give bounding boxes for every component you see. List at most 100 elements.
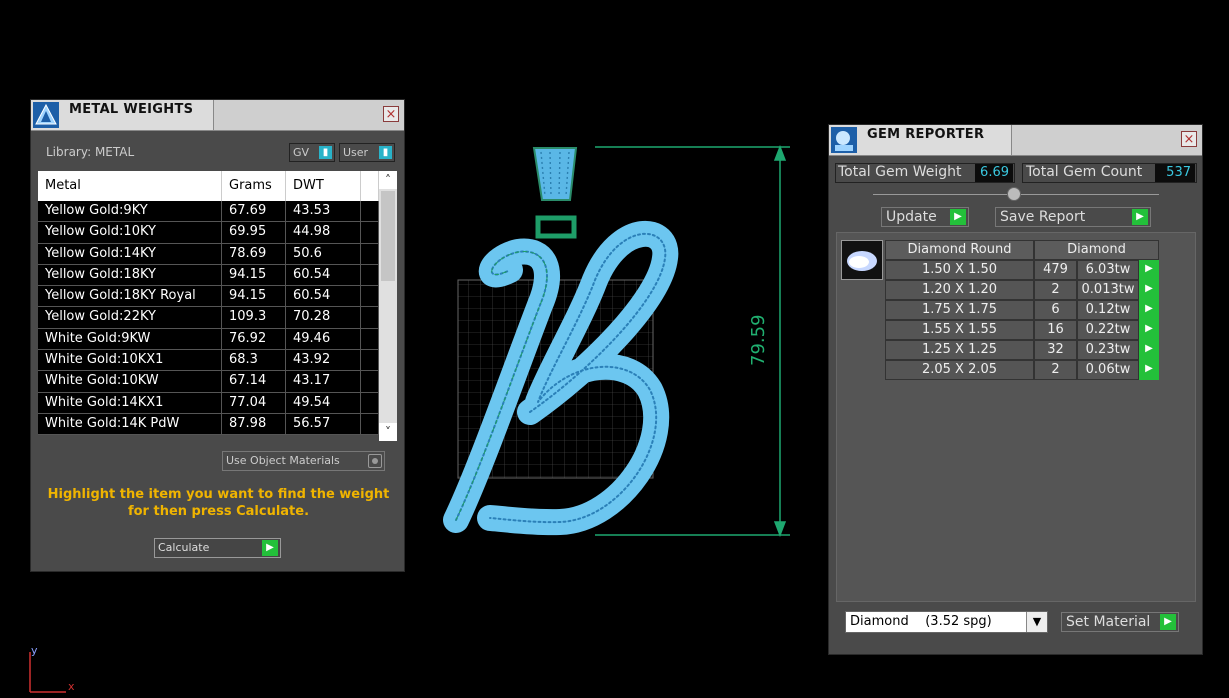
gem-table-body: 1.50 X 1.50 479 6.03tw ▶ 1.20 X 1.20 2 0.013tw… [885,260,1159,380]
table-row[interactable]: 1.55 X 1.55 16 0.22tw ▶ [885,320,1159,340]
dwt-cell: 50.6 [286,243,361,264]
gem-weight-cell: 0.23tw [1077,340,1139,360]
metal-weights-panel: METAL WEIGHTS × Library: METAL GV ▮ User… [30,99,405,572]
table-row[interactable]: Yellow Gold:18KY Royal 94.15 60.54 [38,286,397,308]
table-row[interactable]: 1.50 X 1.50 479 6.03tw ▶ [885,260,1159,280]
user-toggle[interactable]: User ▮ [339,143,395,162]
set-material-label: Set Material [1066,614,1151,630]
table-row[interactable]: Yellow Gold:10KY 69.95 44.98 [38,222,397,244]
row-spacer [361,243,379,264]
material-select[interactable]: Diamond (3.52 spg) ▼ [845,611,1048,633]
gem-size-cell: 2.05 X 2.05 [885,360,1034,380]
gem-weight-cell: 0.22tw [1077,320,1139,340]
col-header-shape: Diamond Round [885,240,1034,260]
metal-weights-titlebar[interactable]: METAL WEIGHTS × [31,100,404,131]
dwt-cell: 49.54 [286,392,361,413]
use-object-materials-toggle[interactable]: Use Object Materials [222,451,385,471]
table-row[interactable]: Yellow Gold:22KY 109.3 70.28 [38,307,397,329]
grams-cell: 76.92 [222,328,286,350]
scroll-up-icon[interactable]: ˄ [379,171,397,189]
scroll-down-icon[interactable]: ˅ [379,423,397,441]
gem-table: Diamond Round Diamond 1.50 X 1.50 479 6.03… [885,240,1159,380]
scroll-thumb[interactable] [381,191,395,281]
gem-reporter-titlebar[interactable]: GEM REPORTER × [829,125,1202,156]
play-arrow-icon[interactable]: ▶ [1139,320,1159,340]
gem-size-cell: 1.20 X 1.20 [885,280,1034,300]
axis-x-label: x [68,680,75,693]
gem-reporter-panel: GEM REPORTER × Total Gem Weight 6.69 Tot… [828,124,1203,655]
set-material-button[interactable]: Set Material ▶ [1061,612,1179,632]
gem-reporter-icon [831,127,857,153]
dwt-cell: 49.46 [286,328,361,350]
radio-icon [368,454,382,468]
table-row[interactable]: White Gold:10KX1 68.3 43.92 [38,350,397,372]
gem-count-cell: 16 [1034,320,1077,340]
play-arrow-icon[interactable]: ▶ [1139,300,1159,320]
col-header-material: Diamond [1034,240,1159,260]
play-arrow-icon[interactable]: ▶ [1139,280,1159,300]
pendant-bail [532,147,578,239]
grams-cell: 68.3 [222,350,286,371]
col-header-spacer [361,171,379,201]
gv-toggle[interactable]: GV ▮ [289,143,335,162]
play-arrow-icon[interactable]: ▶ [1139,260,1159,280]
metal-table: Metal Grams DWT Yellow Gold:9KY 67.69 43.5… [38,171,397,441]
calculate-label: Calculate [158,541,210,554]
library-label: Library: METAL [46,145,135,159]
gem-size-cell: 1.75 X 1.75 [885,300,1034,320]
save-report-label: Save Report [1000,209,1086,225]
grams-cell: 67.14 [222,371,286,392]
col-header-grams[interactable]: Grams [222,171,286,201]
dwt-cell: 43.92 [286,350,361,371]
gem-weight-cell: 0.12tw [1077,300,1139,320]
grams-cell: 109.3 [222,307,286,328]
gem-reporter-title: GEM REPORTER [867,127,985,142]
table-row[interactable]: 1.25 X 1.25 32 0.23tw ▶ [885,340,1159,360]
play-arrow-icon[interactable]: ▶ [1139,340,1159,360]
grams-cell: 94.15 [222,286,286,307]
row-spacer [361,413,379,435]
dwt-cell: 60.54 [286,286,361,307]
slider-handle[interactable] [1007,187,1021,201]
table-row[interactable]: 1.75 X 1.75 6 0.12tw ▶ [885,300,1159,320]
table-row[interactable]: White Gold:14K PdW 87.98 56.57 [38,413,397,436]
table-row[interactable]: White Gold:14KX1 77.04 49.54 [38,392,397,414]
table-row[interactable]: Yellow Gold:9KY 67.69 43.53 [38,201,397,223]
metal-name-cell: White Gold:14KX1 [38,392,222,413]
diamond-thumbnail[interactable] [841,240,883,280]
table-row[interactable]: White Gold:9KW 76.92 49.46 [38,328,397,351]
use-object-materials-label: Use Object Materials [226,454,340,467]
row-spacer [361,286,379,307]
chevron-down-icon[interactable]: ▼ [1026,612,1047,632]
axis-y-label: y [31,644,38,657]
row-spacer [361,350,379,371]
col-header-dwt[interactable]: DWT [286,171,361,201]
row-spacer [361,264,379,286]
metal-name-cell: White Gold:10KX1 [38,350,222,371]
close-icon[interactable]: × [1181,131,1197,147]
metal-name-cell: White Gold:9KW [38,328,222,350]
metal-name-cell: Yellow Gold:14KY [38,243,222,264]
close-icon[interactable]: × [383,106,399,122]
calculate-button[interactable]: Calculate ▶ [154,538,281,558]
metal-name-cell: White Gold:14K PdW [38,413,222,435]
grams-cell: 69.95 [222,222,286,243]
gem-size-cell: 1.50 X 1.50 [885,260,1034,280]
metal-name-cell: Yellow Gold:10KY [38,222,222,243]
table-row[interactable]: Yellow Gold:14KY 78.69 50.6 [38,243,397,265]
save-report-button[interactable]: Save Report ▶ [995,207,1151,227]
dwt-cell: 60.54 [286,264,361,286]
metal-name-cell: Yellow Gold:9KY [38,201,222,222]
dwt-cell: 56.57 [286,413,361,435]
total-gem-weight-label: Total Gem Weight [838,164,962,180]
table-row[interactable]: 1.20 X 1.20 2 0.013tw ▶ [885,280,1159,300]
play-arrow-icon: ▶ [1132,209,1148,225]
play-arrow-icon[interactable]: ▶ [1139,360,1159,380]
col-header-metal[interactable]: Metal [38,171,222,201]
table-row[interactable]: Yellow Gold:18KY 94.15 60.54 [38,264,397,287]
metal-table-scrollbar[interactable]: ˄ ˅ [379,171,397,441]
table-row[interactable]: White Gold:10KW 67.14 43.17 [38,371,397,393]
table-row[interactable]: 2.05 X 2.05 2 0.06tw ▶ [885,360,1159,380]
update-button[interactable]: Update ▶ [881,207,969,227]
row-spacer [361,371,379,392]
